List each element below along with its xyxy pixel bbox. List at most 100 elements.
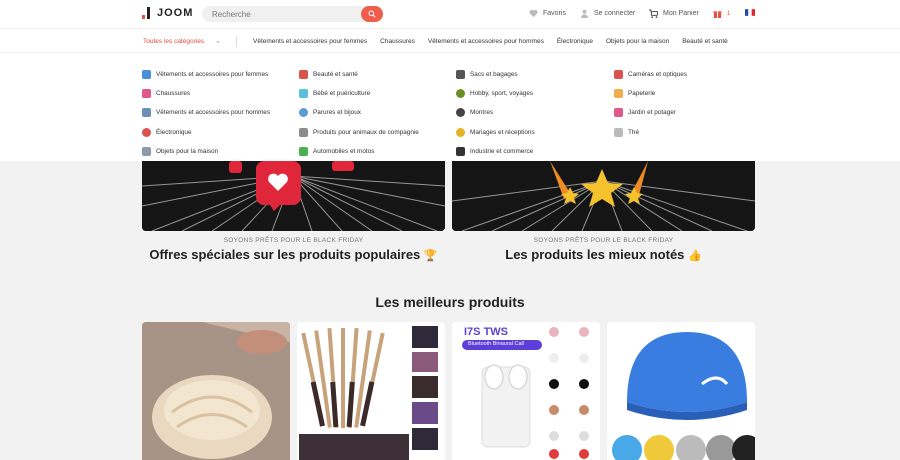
category-links: Vêtements et accessoires pour femmes Cha…: [253, 38, 728, 45]
top-header: JOOM Favoris Se connecter Mon Panier 1: [0, 0, 900, 28]
bread-product-image: [142, 322, 290, 460]
ring-icon: [299, 108, 308, 118]
menu-item-watches[interactable]: Montres: [456, 103, 535, 122]
bottle-icon: [299, 89, 308, 99]
joom-logo[interactable]: JOOM: [142, 7, 193, 19]
menu-item-label: Vêtements et accessoires pour hommes: [156, 109, 271, 117]
watch-icon: [456, 108, 465, 118]
menu-item-stationery[interactable]: Papeterie: [614, 84, 687, 103]
menu-item-label: Hobby, sport, voyages: [470, 90, 534, 98]
divider: [236, 36, 237, 47]
promo-title-top-rated[interactable]: Les produits les mieux notés 👍: [452, 247, 755, 262]
menu-item-label: Objets pour la maison: [156, 147, 219, 155]
menu-item-label: Thé: [628, 128, 640, 136]
category-link-mens[interactable]: Vêtements et accessoires pour hommes: [428, 38, 544, 45]
trophy-icon: 🏆: [423, 250, 438, 262]
menu-item-cameras[interactable]: Caméras et optiques: [614, 65, 687, 84]
menu-column: Sacs et bagages Hobby, sport, voyages Mo…: [456, 65, 535, 161]
category-bar: Toutes les catégories ⌄ Vêtements et acc…: [0, 28, 900, 52]
menu-item-auto[interactable]: Automobiles et motos: [299, 142, 419, 161]
language-switcher[interactable]: [745, 9, 755, 16]
heart-icon: [529, 9, 538, 18]
favorites-label: Favoris: [543, 10, 566, 17]
car-icon: [299, 146, 308, 156]
favorites-link[interactable]: Favoris: [529, 9, 566, 18]
shirt-icon: [142, 108, 151, 118]
menu-item-hobby[interactable]: Hobby, sport, voyages: [456, 84, 535, 103]
product-card[interactable]: [607, 322, 755, 460]
category-link-womens[interactable]: Vêtements et accessoires pour femmes: [253, 38, 367, 45]
gift-icon: [713, 11, 722, 18]
chevron-down-icon[interactable]: ⌄: [215, 37, 221, 45]
menu-item-label: Papeterie: [628, 90, 656, 98]
menu-item-garden[interactable]: Jardin et potager: [614, 103, 687, 122]
category-link-beauty[interactable]: Beauté et santé: [682, 38, 728, 45]
bike-icon: [456, 89, 465, 99]
dress-icon: [142, 70, 151, 80]
menu-item-womens-clothing[interactable]: Vêtements et accessoires pour femmes: [142, 65, 270, 84]
shoe-icon: [142, 89, 151, 99]
category-link-home[interactable]: Objets pour la maison: [606, 38, 669, 45]
product-card[interactable]: [142, 322, 290, 460]
cart-label: Mon Panier: [663, 10, 699, 17]
menu-item-beauty[interactable]: Beauté et santé: [299, 65, 419, 84]
tea-icon: [614, 127, 623, 137]
promo-title-text: Les produits les mieux notés: [505, 247, 685, 262]
menu-item-tea[interactable]: Thé: [614, 123, 687, 142]
menu-item-label: Parures et bijoux: [313, 109, 361, 117]
home-icon: [142, 146, 151, 156]
menu-item-mens-clothing[interactable]: Vêtements et accessoires pour hommes: [142, 103, 270, 122]
menu-item-label: Industrie et commerce: [470, 147, 534, 155]
menu-item-home[interactable]: Objets pour la maison: [142, 142, 270, 161]
promo-title-popular[interactable]: Offres spéciales sur les produits popula…: [142, 247, 445, 262]
promo-title-text: Offres spéciales sur les produits popula…: [149, 247, 421, 262]
menu-item-pets[interactable]: Produits pour animaux de compagnie: [299, 123, 419, 142]
promo-banner-popular[interactable]: [142, 161, 445, 231]
menu-item-baby[interactable]: Bébé et puériculture: [299, 84, 419, 103]
product-badge: I7S TWS: [464, 326, 509, 338]
rings-icon: [456, 127, 465, 137]
section-title-best-products: Les meilleurs produits: [375, 294, 525, 310]
menu-column: Beauté et santé Bébé et puériculture Par…: [299, 65, 419, 161]
cart-link[interactable]: Mon Panier: [649, 9, 699, 18]
promo-subtitle: SOYONS PRÊTS POUR LE BLACK FRIDAY: [223, 237, 364, 244]
headphones-icon: [142, 127, 151, 137]
menu-item-jewelry[interactable]: Parures et bijoux: [299, 103, 419, 122]
search-button[interactable]: [361, 6, 383, 22]
promo-banner-art: [142, 161, 445, 231]
menu-item-electronics[interactable]: Électronique: [142, 123, 270, 142]
bag-icon: [456, 70, 465, 80]
menu-item-label: Bébé et puériculture: [313, 90, 371, 98]
product-subbadge: Bluetooth Binaural Call: [468, 341, 524, 347]
login-link[interactable]: Se connecter: [580, 9, 635, 18]
menu-item-weddings[interactable]: Mariages et réceptions: [456, 123, 535, 142]
menu-column: Vêtements et accessoires pour femmes Cha…: [142, 65, 270, 161]
cart-icon: [649, 9, 658, 18]
user-icon: [580, 9, 589, 18]
menu-item-label: Jardin et potager: [628, 109, 676, 117]
makeup-brushes-product-image: [297, 322, 445, 460]
menu-item-industry[interactable]: Industrie et commerce: [456, 142, 535, 161]
product-card[interactable]: [297, 322, 445, 460]
menu-item-shoes[interactable]: Chaussures: [142, 84, 270, 103]
search-input[interactable]: [212, 8, 352, 20]
promo-banner-top-rated[interactable]: [452, 161, 755, 231]
notifications-button[interactable]: 1: [713, 9, 730, 18]
search-icon: [368, 10, 376, 18]
category-link-shoes[interactable]: Chaussures: [380, 38, 415, 45]
promo-subtitle: SOYONS PRÊTS POUR LE BLACK FRIDAY: [533, 237, 674, 244]
factory-icon: [456, 146, 465, 156]
menu-item-label: Vêtements et accessoires pour femmes: [156, 71, 269, 79]
france-flag-icon: [745, 9, 755, 16]
category-link-electronics[interactable]: Électronique: [557, 38, 593, 45]
category-mega-menu: Vêtements et accessoires pour femmes Cha…: [0, 52, 900, 161]
menu-item-label: Mariages et réceptions: [470, 128, 535, 136]
menu-item-label: Électronique: [156, 128, 192, 136]
all-categories-button[interactable]: Toutes les catégories: [143, 38, 204, 45]
dog-icon: [299, 127, 308, 137]
pencil-icon: [614, 89, 623, 99]
product-card[interactable]: I7S TWS Bluetooth Binaural Call: [452, 322, 600, 460]
thumbs-up-icon: 👍: [688, 250, 702, 262]
menu-item-bags[interactable]: Sacs et bagages: [456, 65, 535, 84]
lipstick-icon: [299, 70, 308, 80]
